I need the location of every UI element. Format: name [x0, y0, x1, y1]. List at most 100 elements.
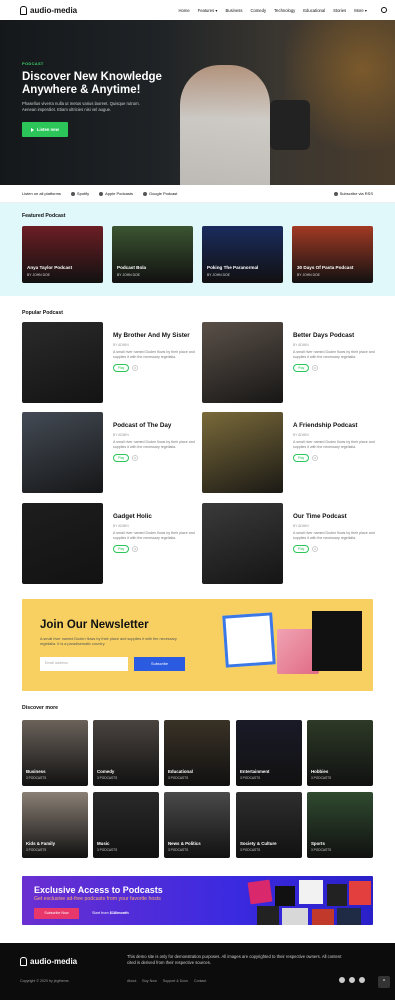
featured-card-author: BY JOHN DOE	[207, 273, 230, 277]
popular-card-title[interactable]: Better Days Podcast	[293, 332, 375, 340]
popular-card-title[interactable]: Our Time Podcast	[293, 513, 375, 521]
newsletter-section: Join Our Newsletter A small river named …	[22, 599, 373, 691]
comment-count[interactable]: 0	[312, 546, 319, 552]
popular-card-image[interactable]	[22, 503, 103, 584]
spotify-icon	[70, 191, 75, 196]
play-button[interactable]: Play	[293, 364, 310, 372]
popular-card-author: BY ADMIN	[293, 433, 309, 437]
category-count: 3 PODCASTS	[311, 776, 332, 780]
logo-icon	[20, 5, 27, 15]
popular-card-body: Gadget Holic BY ADMIN A small river name…	[113, 513, 195, 553]
popular-card-title[interactable]: My Brother And My Sister	[113, 332, 195, 340]
featured-card-title: 30 Days Of Pasta Podcast	[297, 265, 354, 270]
platform-apple-label: Apple Podcasts	[105, 191, 133, 196]
popular-card-actions: Play 0	[293, 454, 375, 462]
footer-link-contact[interactable]: Contact	[194, 979, 206, 983]
popular-card-desc: A small river named Duden flows by their…	[293, 350, 375, 359]
comment-count[interactable]: 0	[312, 455, 319, 461]
popular-card-image[interactable]	[202, 412, 283, 493]
comment-count[interactable]: 0	[312, 365, 319, 371]
platform-bar: Listen on all platforms Spotify Apple Po…	[0, 185, 395, 203]
category-card[interactable]: Educational 3 PODCASTS	[164, 720, 230, 786]
play-button[interactable]: Play	[113, 454, 130, 462]
nav-item-technology[interactable]: Technology	[274, 8, 295, 13]
popular-card-title[interactable]: A Friendship Podcast	[293, 422, 375, 430]
hero-subtitle-line2: Aenean imperdiet. Etiam ultricies nisi v…	[22, 107, 112, 112]
popular-card-title[interactable]: Podcast of The Day	[113, 422, 195, 430]
rss-subscribe-link[interactable]: Subscribe via RSS	[333, 191, 373, 196]
featured-card-author: BY JOHN DOE	[297, 273, 320, 277]
comment-count[interactable]: 0	[132, 455, 139, 461]
play-button[interactable]: Play	[113, 545, 130, 553]
popular-card-image[interactable]	[202, 322, 283, 403]
footer-logo[interactable]: audio-media	[20, 957, 77, 966]
comment-count[interactable]: 0	[132, 546, 139, 552]
category-card[interactable]: Society & Culture 3 PODCASTS	[236, 792, 302, 858]
category-card[interactable]: Sports 3 PODCASTS	[307, 792, 373, 858]
featured-card-title: Podcast Bola	[117, 265, 147, 270]
footer-link-about[interactable]: About	[127, 979, 136, 983]
featured-card[interactable]: Poking The Paranormal BY JOHN DOE	[202, 226, 283, 283]
nav-item-home[interactable]: Home	[179, 8, 190, 13]
category-card[interactable]: Music 3 PODCASTS	[93, 792, 159, 858]
featured-card[interactable]: Podcast Bola BY JOHN DOE	[112, 226, 193, 283]
nav-item-business[interactable]: Business	[225, 8, 242, 13]
category-card[interactable]: Business 3 PODCASTS	[22, 720, 88, 786]
popular-card-image[interactable]	[22, 322, 103, 403]
back-to-top-button[interactable]: ^	[378, 976, 390, 988]
category-label: News & Politics	[168, 841, 201, 846]
category-card[interactable]: News & Politics 3 PODCASTS	[164, 792, 230, 858]
chevron-up-icon: ^	[382, 979, 386, 985]
play-button[interactable]: Play	[113, 364, 130, 372]
hero-tag[interactable]: PODCAST	[22, 61, 192, 66]
featured-card[interactable]: Anya Taylor Podcast BY JOHN DOE	[22, 226, 103, 283]
listen-now-button[interactable]: Listen now	[22, 122, 68, 137]
nav-item-stories[interactable]: Stories	[333, 8, 346, 13]
category-label: Entertainment	[240, 769, 270, 774]
subscribe-button[interactable]: Subscribe	[134, 657, 185, 671]
spotify-icon[interactable]	[339, 977, 345, 983]
popular-card-actions: Play 0	[293, 364, 375, 372]
apple-icon[interactable]	[349, 977, 355, 983]
popular-card-actions: Play 0	[113, 454, 195, 462]
popular-card-title[interactable]: Gadget Holic	[113, 513, 195, 521]
hero-title: Discover New Knowledge Anywhere & Anytim…	[22, 71, 192, 97]
play-button[interactable]: Play	[293, 545, 310, 553]
platform-google-label: Google Podcast	[148, 191, 178, 196]
popular-card-body: A Friendship Podcast BY ADMIN A small ri…	[293, 422, 375, 462]
category-card[interactable]: Hobbies 3 PODCASTS	[307, 720, 373, 786]
comment-count[interactable]: 0	[132, 365, 139, 371]
hero-banner: PODCAST Discover New Knowledge Anywhere …	[0, 20, 395, 185]
popular-card: A Friendship Podcast BY ADMIN A small ri…	[202, 412, 375, 493]
subscribe-now-button[interactable]: Subscribe Now	[34, 908, 79, 919]
google-icon[interactable]	[359, 977, 365, 983]
category-count: 3 PODCASTS	[26, 776, 47, 780]
play-button[interactable]: Play	[293, 454, 310, 462]
search-icon[interactable]	[381, 7, 387, 13]
hero-title-line1: Discover New Knowledge	[22, 71, 162, 83]
footer-link-buy-now[interactable]: Buy Now	[142, 979, 156, 983]
category-card[interactable]: Entertainment 3 PODCASTS	[236, 720, 302, 786]
category-card[interactable]: Comedy 3 PODCASTS	[93, 720, 159, 786]
promo-price-text: Start from $18/month	[92, 911, 129, 915]
popular-title: Popular Podcast	[22, 310, 63, 316]
nav-item-features[interactable]: Features ▾	[198, 8, 218, 13]
platform-apple[interactable]: Apple Podcasts	[99, 191, 133, 196]
featured-card[interactable]: 30 Days Of Pasta Podcast BY JOHN DOE	[292, 226, 373, 283]
popular-card-image[interactable]	[202, 503, 283, 584]
category-card[interactable]: Kids & Family 3 PODCASTS	[22, 792, 88, 858]
category-label: Sports	[311, 841, 325, 846]
email-input[interactable]: Email address	[40, 657, 128, 671]
platform-google[interactable]: Google Podcast	[142, 191, 178, 196]
platform-spotify[interactable]: Spotify	[70, 191, 89, 196]
nav-item-educational[interactable]: Educational	[303, 8, 325, 13]
site-logo[interactable]: audio-media	[20, 5, 77, 15]
footer-social	[339, 977, 365, 983]
popular-card: Better Days Podcast BY ADMIN A small riv…	[202, 322, 375, 403]
featured-card-author: BY JOHN DOE	[27, 273, 50, 277]
nav-item-more[interactable]: More ▾	[354, 8, 367, 13]
footer-link-support[interactable]: Support & Docs	[163, 979, 188, 983]
popular-card-actions: Play 0	[293, 545, 375, 553]
nav-item-comedy[interactable]: Comedy	[250, 8, 266, 13]
popular-card-image[interactable]	[22, 412, 103, 493]
